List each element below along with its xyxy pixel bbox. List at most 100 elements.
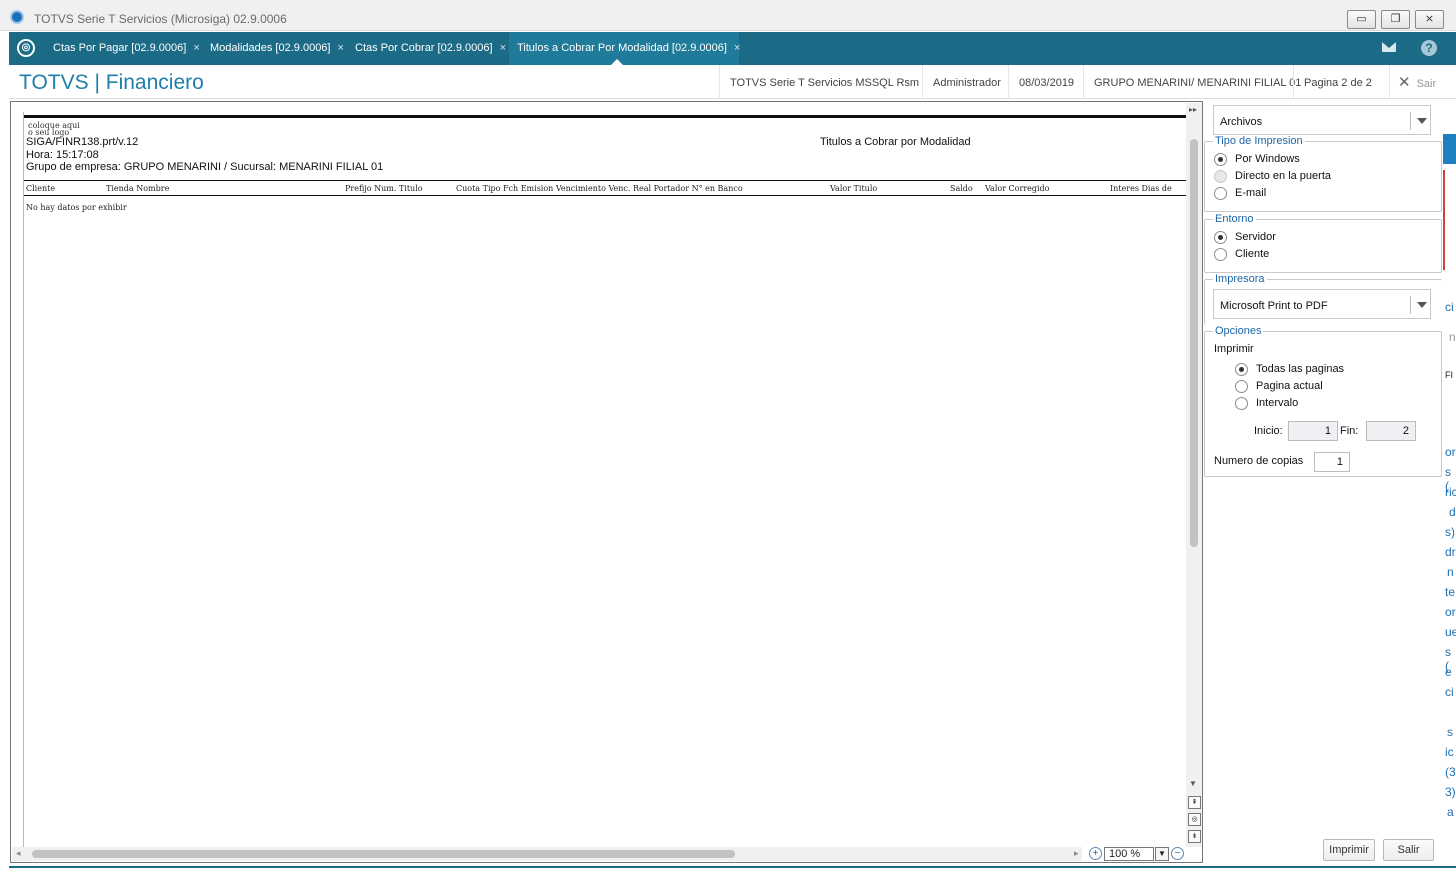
tab-label: Modalidades [02.9.0006] bbox=[210, 42, 331, 54]
expand-icon[interactable]: ▸▸ bbox=[1189, 105, 1197, 114]
report-program: SIGA/FINR138.prt/v.12 bbox=[26, 136, 139, 148]
background-fragment: ci bbox=[1445, 685, 1454, 699]
background-fragment: d bbox=[1449, 505, 1456, 519]
mail-icon[interactable] bbox=[1382, 42, 1396, 52]
end-page-label: Fin: bbox=[1340, 425, 1359, 437]
chevron-down-icon bbox=[1417, 118, 1427, 124]
group-legend: Opciones bbox=[1213, 325, 1264, 337]
background-fragment: ic bbox=[1445, 745, 1454, 759]
printer-value: Microsoft Print to PDF bbox=[1220, 300, 1328, 312]
horizontal-scrollbar[interactable]: ◂ ▸ bbox=[12, 847, 1082, 861]
background-fragment: te bbox=[1445, 585, 1456, 599]
radio-label: Directo en la puerta bbox=[1235, 170, 1331, 182]
copies-input[interactable]: 1 bbox=[1314, 452, 1350, 472]
scroll-down-icon[interactable]: ▼ bbox=[1189, 779, 1197, 788]
tab-modalidades[interactable]: Modalidades [02.9.0006] × bbox=[202, 32, 344, 65]
environment-label: TOTVS Serie T Servicios MSSQL Rsm bbox=[719, 65, 919, 99]
scroll-right-icon[interactable]: ▸ bbox=[1074, 848, 1079, 859]
minimize-button[interactable]: ▭ bbox=[1347, 10, 1376, 29]
zoom-value[interactable]: 100 % bbox=[1104, 847, 1154, 861]
printer-select[interactable]: Microsoft Print to PDF bbox=[1213, 289, 1431, 319]
column-header: Interes Dias de bbox=[1110, 184, 1172, 193]
print-button[interactable]: Imprimir bbox=[1323, 839, 1375, 861]
home-icon[interactable]: ◎ bbox=[17, 39, 35, 57]
date-label: 08/03/2019 bbox=[1008, 65, 1074, 99]
zoom-out-icon[interactable]: − bbox=[1171, 847, 1184, 860]
radio-dot bbox=[1235, 363, 1248, 376]
output-type-select[interactable]: Archivos bbox=[1213, 105, 1431, 135]
combo-separator bbox=[1410, 296, 1411, 314]
tab-close-icon[interactable]: × bbox=[734, 42, 740, 54]
group-legend: Tipo de Impresion bbox=[1213, 135, 1305, 147]
column-header: Saldo bbox=[950, 184, 973, 193]
zoom-dropdown-icon[interactable]: ▼ bbox=[1155, 847, 1169, 861]
close-window-button[interactable]: ⨯ bbox=[1415, 10, 1444, 29]
radio-dot bbox=[1235, 380, 1248, 393]
start-page-label: Inicio: bbox=[1254, 425, 1283, 437]
background-fragment: ric bbox=[1445, 485, 1456, 499]
radio-label: Servidor bbox=[1235, 231, 1276, 243]
output-type-value: Archivos bbox=[1220, 116, 1263, 128]
report-page: coloque aqui o seu logo SIGA/FINR138.prt… bbox=[23, 112, 1187, 848]
center-page-icon[interactable]: ◎ bbox=[1188, 813, 1201, 826]
background-fragment: s) bbox=[1445, 525, 1455, 539]
module-brand: TOTVS | Financiero bbox=[19, 71, 204, 94]
user-label: Administrador bbox=[922, 65, 1001, 99]
tab-close-icon[interactable]: × bbox=[193, 42, 199, 54]
background-fragment: e bbox=[1445, 665, 1452, 679]
module-header: TOTVS | Financiero TOTVS Serie T Servici… bbox=[9, 65, 1456, 99]
window-title-bar: TOTVS Serie T Servicios (Microsiga) 02.9… bbox=[0, 0, 1456, 31]
column-header: Valor Corregido bbox=[985, 184, 1050, 193]
column-header: Tienda Nombre bbox=[106, 184, 170, 193]
background-fragment: dr bbox=[1445, 545, 1456, 559]
tab-ctas-por-cobrar[interactable]: Ctas Por Cobrar [02.9.0006] × bbox=[347, 32, 506, 65]
tab-titulos-a-cobrar[interactable]: Titulos a Cobrar Por Modalidad [02.9.000… bbox=[509, 32, 740, 65]
background-fragment: ue bbox=[1445, 625, 1456, 639]
background-fragment: n bbox=[1447, 565, 1454, 579]
report-logo-placeholder: coloque aqui o seu logo bbox=[28, 121, 80, 137]
tab-label: Ctas Por Pagar [02.9.0006] bbox=[53, 42, 187, 54]
background-app-fragment: S ci n FI or s ( ric d s) dr n te or ue … bbox=[1443, 100, 1456, 876]
radio-label: Por Windows bbox=[1235, 153, 1300, 165]
report-company-line: Grupo de empresa: GRUPO MENARINI / Sucur… bbox=[26, 161, 384, 173]
radio-dot bbox=[1214, 187, 1227, 200]
column-header: Prefijo Num. Titulo bbox=[345, 184, 423, 193]
zoom-in-icon[interactable]: + bbox=[1089, 847, 1102, 860]
group-legend: Impresora bbox=[1213, 273, 1267, 285]
first-page-icon[interactable]: ⇞ bbox=[1188, 796, 1201, 809]
exit-button[interactable]: ✕ Sair bbox=[1389, 65, 1436, 99]
background-fragment: (3 bbox=[1445, 765, 1456, 779]
scroll-left-icon[interactable]: ◂ bbox=[16, 848, 21, 859]
restore-button[interactable]: ❐ bbox=[1381, 10, 1410, 29]
start-page-input[interactable]: 1 bbox=[1288, 421, 1338, 441]
radio-dot bbox=[1214, 248, 1227, 261]
last-page-icon[interactable]: ⇟ bbox=[1188, 830, 1201, 843]
background-fragment: 3) bbox=[1445, 785, 1456, 799]
module-tab-bar: ◎ Ctas Por Pagar [02.9.0006] × Modalidade… bbox=[9, 32, 1456, 65]
end-page-input[interactable]: 2 bbox=[1366, 421, 1416, 441]
window-title: TOTVS Serie T Servicios (Microsiga) 02.9… bbox=[34, 12, 287, 26]
app-logo-icon bbox=[10, 10, 24, 24]
scroll-thumb[interactable] bbox=[1190, 139, 1198, 547]
radio-label: Intervalo bbox=[1256, 397, 1299, 409]
report-title: Titulos a Cobrar por Modalidad bbox=[820, 136, 971, 148]
column-header: Cliente bbox=[26, 184, 56, 193]
background-fragment: n bbox=[1449, 330, 1456, 344]
report-hour: Hora: 15:17:08 bbox=[26, 149, 99, 161]
radio-dot bbox=[1214, 231, 1227, 244]
tab-close-icon[interactable]: × bbox=[337, 42, 343, 54]
radio-dot bbox=[1214, 153, 1227, 166]
print-options-panel: Archivos Tipo de Impresion Por Windows D… bbox=[1203, 101, 1443, 863]
help-icon[interactable]: ? bbox=[1421, 40, 1437, 56]
close-button[interactable]: Salir bbox=[1383, 839, 1434, 861]
tab-close-icon[interactable]: × bbox=[500, 42, 506, 54]
tab-label: Ctas Por Cobrar [02.9.0006] bbox=[355, 42, 493, 54]
background-fragment: or bbox=[1445, 445, 1456, 459]
report-column-header: Cliente Tienda Nombre Prefijo Num. Titul… bbox=[24, 180, 1187, 196]
background-fragment: FI bbox=[1445, 370, 1453, 380]
tab-ctas-por-pagar[interactable]: Ctas Por Pagar [02.9.0006] × bbox=[45, 32, 200, 65]
background-fragment: or bbox=[1445, 605, 1456, 619]
background-fragment: ci bbox=[1445, 300, 1454, 314]
scroll-thumb[interactable] bbox=[32, 850, 735, 858]
vertical-scrollbar[interactable]: ▸▸ ▼ bbox=[1186, 103, 1202, 847]
